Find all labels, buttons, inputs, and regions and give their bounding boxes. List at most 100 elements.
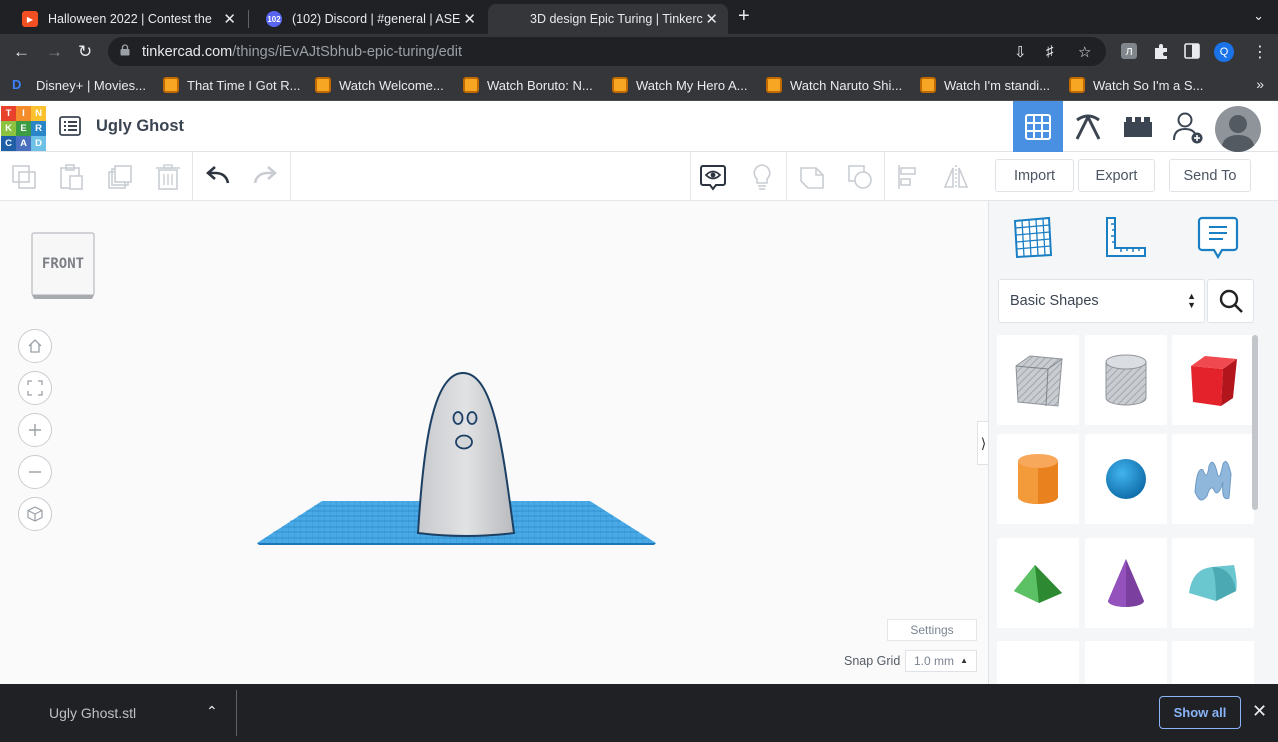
shape-roof[interactable] [997,538,1079,628]
tinkercad-favicon-icon [504,11,520,27]
close-tab-icon[interactable]: ✕ [223,10,236,28]
paste-icon[interactable] [57,163,85,191]
undo-icon[interactable] [204,163,232,191]
browser-tab-tinkercad[interactable]: 3D design Epic Turing | Tinkerc ✕ [488,4,728,34]
forward-icon[interactable]: → [46,42,63,62]
browser-tab-halloween[interactable]: ▶ Halloween 2022 | Contest the ✕ [6,4,246,34]
ghost-right-eye[interactable] [466,411,478,425]
bookmark-item[interactable]: Watch My Hero A... [612,77,748,93]
import-button[interactable]: Import [995,159,1074,192]
share-icon[interactable]: ♯ [1046,43,1054,60]
bookmark-star-icon[interactable]: ☆ [1078,43,1091,61]
shapes-panel: Basic Shapes ▲ ▼ [988,201,1278,684]
more-bookmarks-icon[interactable]: » [1256,76,1264,92]
shape-cone[interactable] [1085,538,1167,628]
bookmark-item[interactable]: Watch So I'm a S... [1069,77,1203,93]
crunchyroll-icon [463,77,479,93]
workplane-settings-button[interactable]: Settings [887,619,977,641]
duplicate-icon[interactable] [106,163,134,191]
bookmark-item[interactable]: Watch Naruto Shi... [766,77,902,93]
bookmark-label: Watch Boruto: N... [487,77,593,93]
browser-menu-icon[interactable]: ⋮ [1252,42,1268,62]
show-all-downloads-button[interactable]: Show all [1159,696,1241,729]
logo-letter: N [31,106,46,121]
copy-icon[interactable] [10,163,38,191]
invite-user-button[interactable] [1163,101,1213,152]
shape-cylinder-hole[interactable] [1085,335,1167,425]
notes-tool-icon[interactable] [1196,215,1240,259]
side-panel-icon[interactable] [1183,42,1201,60]
logo-letter: T [1,106,16,121]
download-item-name[interactable]: Ugly Ghost.stl [49,705,136,721]
blocks-view-button[interactable] [1063,101,1113,152]
redo-icon[interactable] [251,163,279,191]
url-path: /things/iEvAJtSbhub-epic-turing/edit [232,44,462,60]
shape-scribble[interactable] [1172,434,1254,524]
chevron-up-icon[interactable]: ⌃ [206,703,218,720]
export-button[interactable]: Export [1078,159,1155,192]
toolbar-divider [690,152,691,200]
ungroup-icon[interactable] [846,163,874,191]
extensions-puzzle-icon[interactable] [1152,42,1170,60]
bricks-view-button[interactable] [1113,101,1163,152]
3d-design-view-button[interactable] [1013,101,1063,152]
install-app-icon[interactable]: ⇩ [1014,43,1027,61]
mirror-icon[interactable] [942,163,970,191]
design-title[interactable]: Ugly Ghost [96,117,184,136]
3d-workplane[interactable]: FRONT Settings Snap Grid 1.0 mm ▲ ⟩ [0,201,989,684]
send-to-button[interactable]: Send To [1169,159,1251,192]
browser-tab-discord[interactable]: 102 (102) Discord | #general | ASE ✕ [250,4,486,34]
profile-avatar[interactable]: Q [1214,42,1234,62]
cylinder-hole-icon [1105,354,1147,406]
scrollbar-thumb[interactable] [1252,335,1258,510]
discord-favicon-icon: 102 [266,11,282,27]
shape-sphere[interactable] [1085,434,1167,524]
new-tab-icon[interactable]: + [738,5,750,28]
delete-icon[interactable] [154,163,182,191]
back-icon[interactable]: ← [13,42,30,62]
bookmark-item[interactable]: That Time I Got R... [163,77,300,93]
shape-category-select[interactable]: Basic Shapes ▲ ▼ [998,279,1205,323]
lightbulb-icon[interactable] [748,163,776,191]
logo-letter: D [31,136,46,151]
bookmark-disney[interactable]: D Disney+ | Movies... [12,77,146,93]
shape-box-hole[interactable] [997,335,1079,425]
bookmark-item[interactable]: Watch Welcome... [315,77,444,93]
shape-wedge[interactable] [1085,641,1167,684]
shape-text[interactable] [997,641,1079,684]
bookmark-item[interactable]: Watch Boruto: N... [463,77,593,93]
bookmark-label: Watch Welcome... [339,77,444,93]
tab-search-chevron-icon[interactable]: ⌄ [1253,8,1264,24]
shapes-scrollbar[interactable] [1251,335,1259,684]
ruler-tool-icon[interactable] [1104,215,1148,259]
notes-eye-icon[interactable] [699,163,727,191]
design-list-icon[interactable] [59,116,81,136]
shape-cylinder[interactable] [997,434,1079,524]
round-roof-icon [1189,565,1237,601]
ghost-left-eye[interactable] [452,411,464,425]
shape-box[interactable] [1172,335,1254,425]
grid-icon [1025,113,1051,140]
svg-text:Л: Л [1125,47,1133,58]
workplane-tool-icon[interactable] [1011,215,1055,259]
address-bar[interactable]: tinkercad.com/things/iEvAJtSbhub-epic-tu… [108,37,1106,66]
close-tab-icon[interactable]: ✕ [705,10,718,28]
group-icon[interactable] [798,163,826,191]
shape-round-roof[interactable] [1172,538,1254,628]
shape-search-button[interactable] [1207,279,1254,323]
align-icon[interactable] [895,163,923,191]
ghost-mouth[interactable] [455,434,473,450]
ghost-model[interactable] [416,371,516,537]
close-tab-icon[interactable]: ✕ [463,10,476,28]
shape-pyramid[interactable] [1172,641,1254,684]
url-text: tinkercad.com/things/iEvAJtSbhub-epic-tu… [142,44,462,60]
reload-icon[interactable]: ↻ [78,42,92,62]
tinkercad-logo[interactable]: TINKERCAD [1,106,46,151]
close-icon[interactable]: ✕ [1252,701,1267,722]
bookmark-item[interactable]: Watch I'm standi... [920,77,1050,93]
snap-grid-select[interactable]: 1.0 mm ▲ [905,650,977,672]
url-host: tinkercad.com [142,44,233,60]
extension-badge-icon[interactable]: Л [1120,42,1138,60]
bookmark-label: Disney+ | Movies... [36,77,146,93]
user-avatar[interactable] [1215,106,1261,152]
